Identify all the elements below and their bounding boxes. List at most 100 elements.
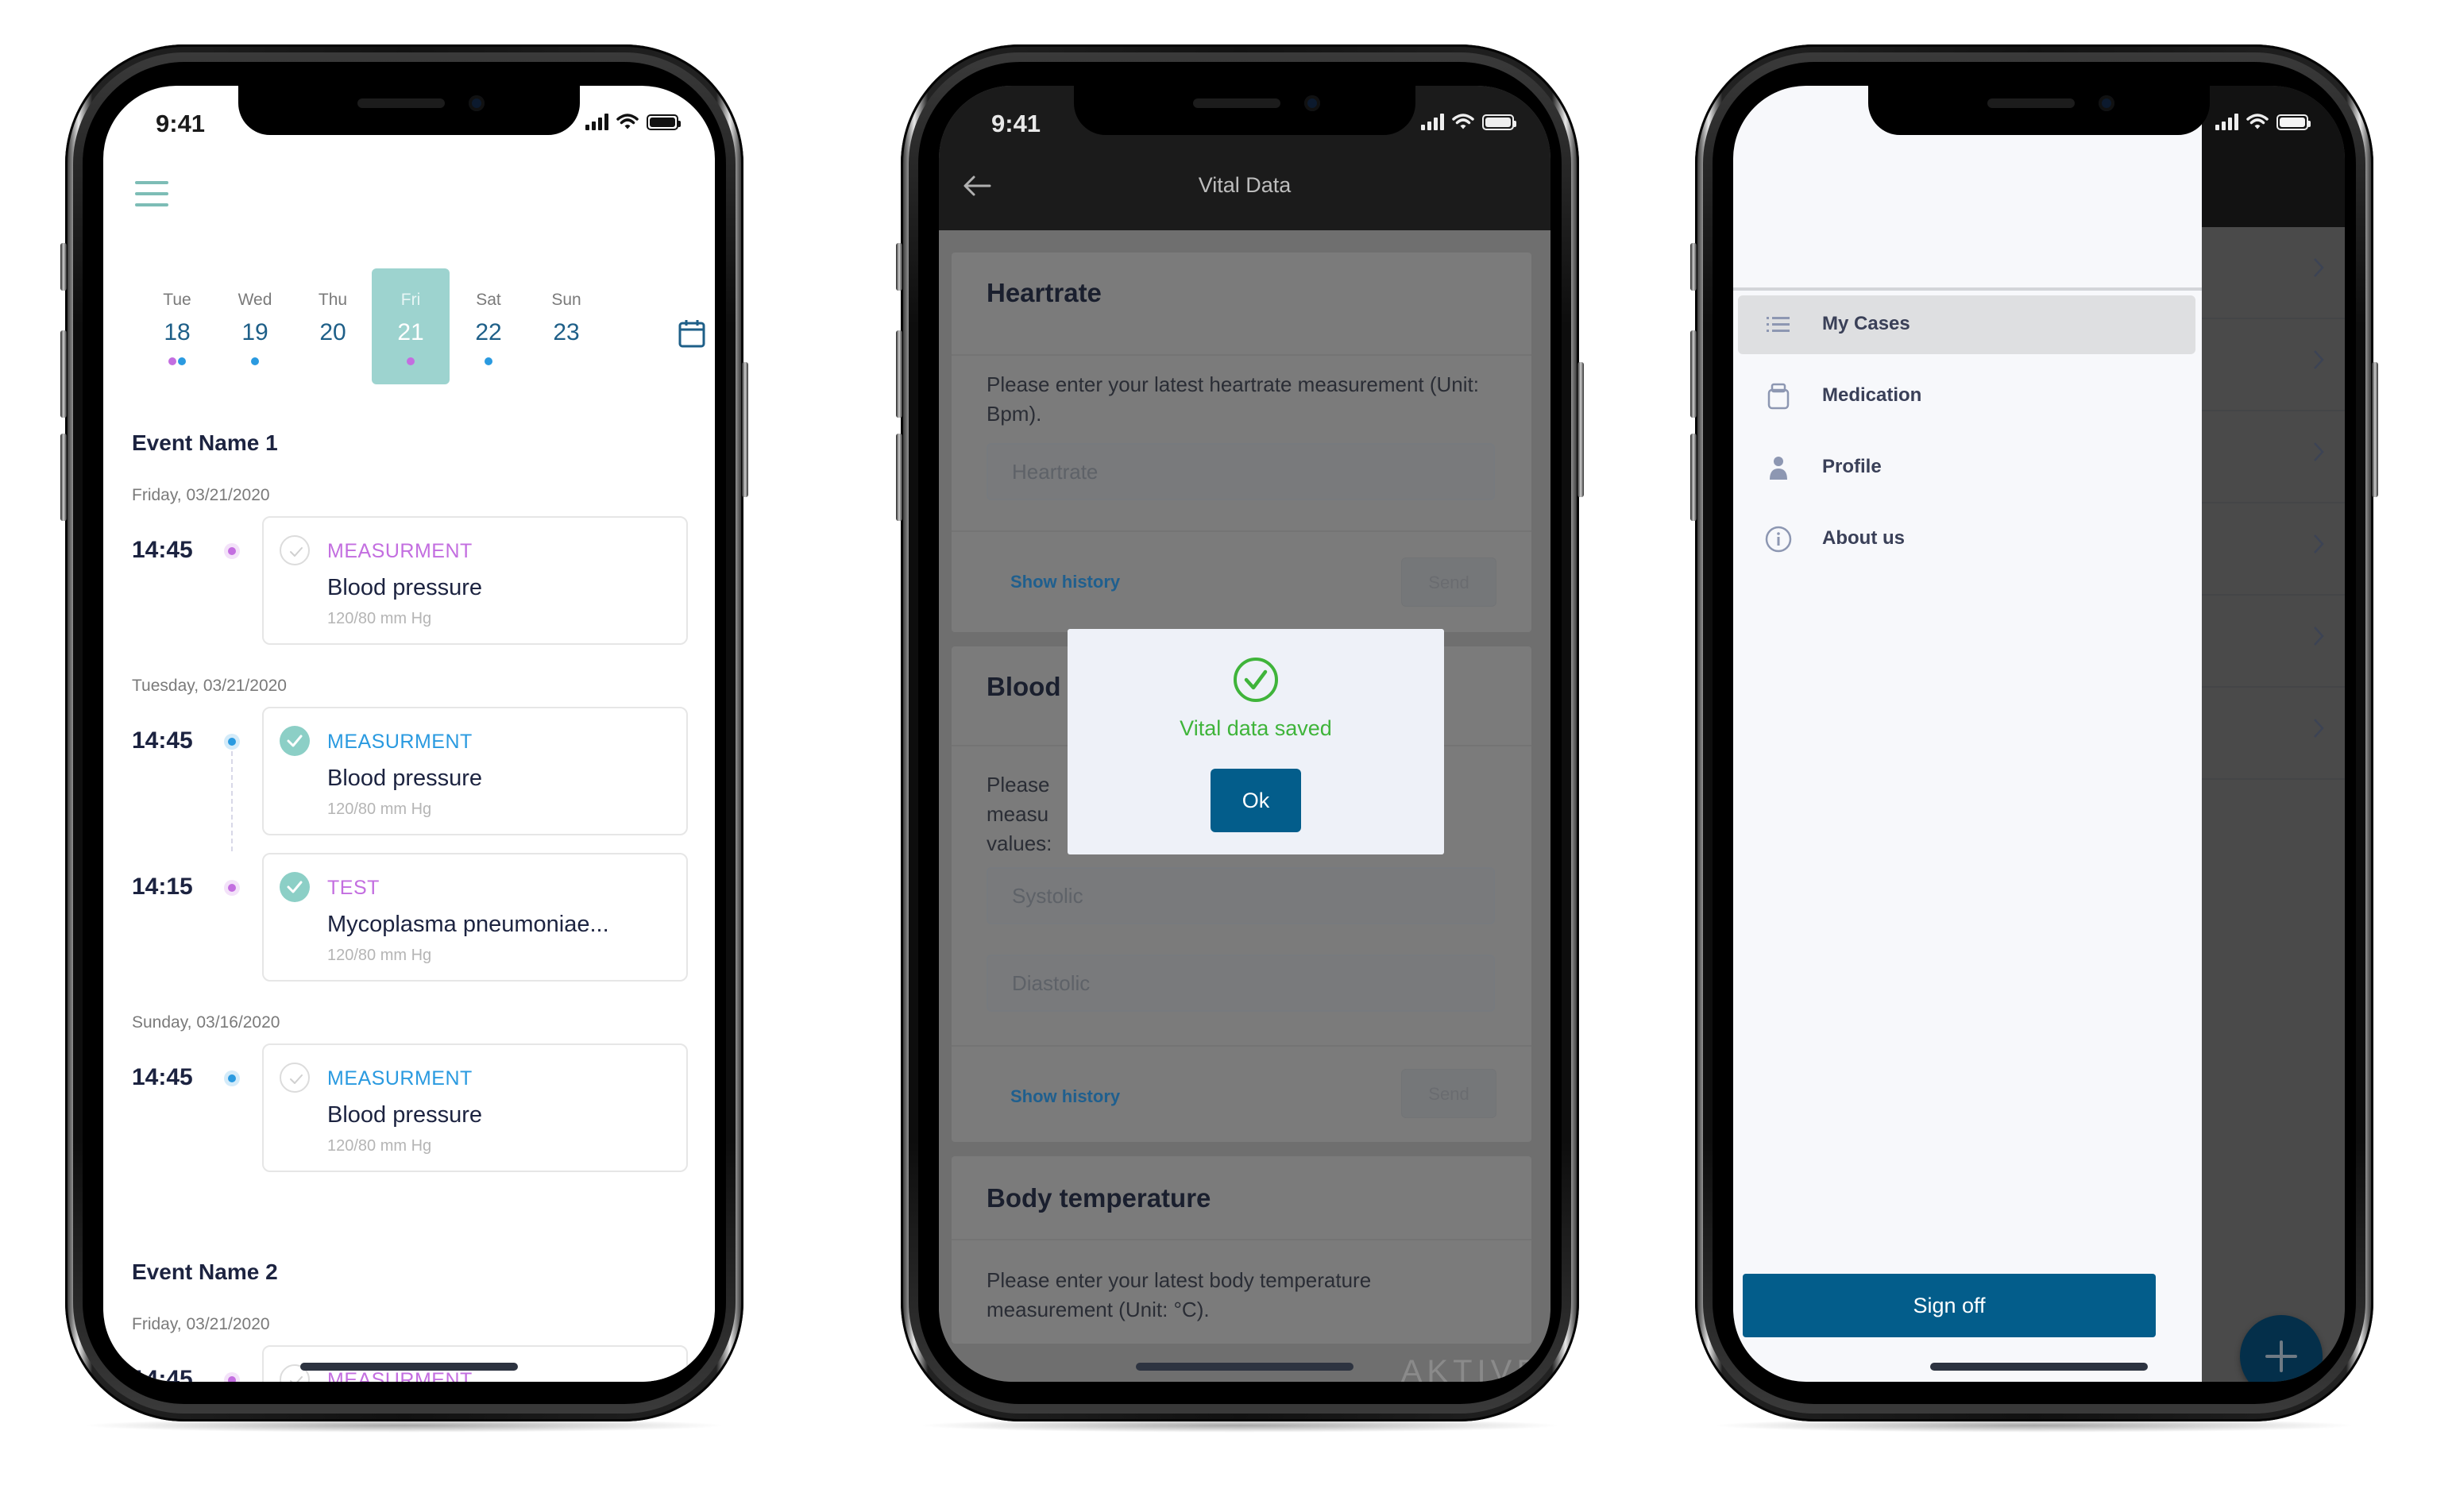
timeline-dot <box>224 1372 240 1382</box>
list-row[interactable] <box>2186 596 2345 688</box>
list-icon <box>1765 311 1792 338</box>
chevron-right-icon <box>2314 442 2324 461</box>
signal-icon <box>585 113 608 130</box>
speaker <box>357 98 445 108</box>
phone-vital-data: Vital Data 9:41 Heartrate Please enter y… <box>896 44 1584 1433</box>
event-name: Blood pressure <box>327 766 483 791</box>
divider <box>952 1045 1531 1047</box>
day-name: Wed <box>237 291 272 309</box>
day-tue[interactable]: Tue 18 <box>138 268 216 384</box>
background-header <box>2186 86 2345 227</box>
wifi-icon <box>1452 113 1474 130</box>
show-history-link[interactable]: Show history <box>1010 1086 1120 1107</box>
volume-up-button <box>896 330 902 418</box>
wifi-icon <box>616 113 639 130</box>
event-type: MEASURMENT <box>327 540 473 562</box>
check-icon[interactable] <box>280 1063 310 1093</box>
check-icon[interactable] <box>280 872 310 902</box>
event-card[interactable]: MEASURMENT Blood pressure 120/80 mm Hg <box>262 516 688 645</box>
day-number: 20 <box>319 319 346 345</box>
day-number: 23 <box>553 319 580 345</box>
day-sun[interactable]: Sun 23 <box>527 268 605 384</box>
card-title: Heartrate <box>987 278 1102 307</box>
list-row[interactable] <box>2186 227 2345 319</box>
chevron-right-icon <box>2314 534 2324 554</box>
chevron-right-icon <box>2314 627 2324 646</box>
event-time: 14:45 <box>132 1064 193 1090</box>
show-history-link[interactable]: Show history <box>1010 572 1120 592</box>
event-time: 14:15 <box>132 874 193 900</box>
week-strip: Sun 23 Sat 22 Fri 21 Thu 20 Wed 19 Tue 18 <box>138 268 705 388</box>
day-sat[interactable]: Sat 22 <box>450 268 527 384</box>
event-dots <box>216 357 294 365</box>
event-dot <box>407 357 415 365</box>
heartrate-input[interactable]: Heartrate <box>987 443 1495 500</box>
menu-item-profile[interactable]: Profile <box>1738 438 2195 497</box>
timeline-dot <box>224 543 240 559</box>
calendar-icon[interactable] <box>678 319 705 348</box>
event-card[interactable]: MEASURMENT Blood pressure 120/80 mm Hg <box>262 1043 688 1172</box>
check-icon[interactable] <box>280 726 310 756</box>
event-dots <box>138 357 216 365</box>
timeline-dot <box>224 880 240 896</box>
timeline-dot <box>224 734 240 750</box>
home-indicator[interactable] <box>1930 1363 2148 1371</box>
timeline-screen: 9:41 Sun 23 Sat 22 Fri 21 Thu 20 Wed 19 Tue 18 Even… <box>103 86 715 1382</box>
volume-down-button <box>896 434 902 521</box>
status-icons <box>585 113 681 130</box>
event-card[interactable]: MEASURMENT Blood pressure 120/80 mm Hg <box>262 707 688 835</box>
event-value: 120/80 mm Hg <box>327 1137 432 1155</box>
notch <box>238 86 580 135</box>
drawer-divider <box>1733 287 2202 291</box>
heartrate-card: Heartrate Please enter your latest heart… <box>952 253 1531 632</box>
home-indicator[interactable] <box>1136 1363 1354 1371</box>
divider <box>952 1239 1531 1240</box>
day-number: 19 <box>241 319 268 345</box>
status-time: 9:41 <box>156 110 206 137</box>
check-icon[interactable] <box>280 535 310 565</box>
menu-item-my-cases[interactable]: My Cases <box>1738 295 2195 354</box>
day-fri[interactable]: Fri 21 <box>372 268 450 384</box>
list-row[interactable] <box>2186 411 2345 503</box>
send-button[interactable]: Send <box>1401 557 1496 607</box>
add-button[interactable] <box>2240 1315 2323 1382</box>
menu-item-medication[interactable]: Medication <box>1738 367 2195 426</box>
list-row[interactable] <box>2186 503 2345 596</box>
event-card[interactable]: TEST Mycoplasma pneumoniae... 120/80 mm Hg <box>262 853 688 982</box>
day-thu[interactable]: Thu 20 <box>294 268 372 384</box>
medication-icon <box>1765 383 1792 410</box>
event-value: 120/80 mm Hg <box>327 610 432 627</box>
ok-button[interactable]: Ok <box>1211 769 1301 832</box>
list-row[interactable] <box>2186 319 2345 411</box>
day-name: Sun <box>551 291 581 309</box>
speaker <box>1193 98 1280 108</box>
mute-switch <box>60 243 67 291</box>
home-indicator[interactable] <box>300 1363 518 1371</box>
body-temperature-card: Body temperature Please enter your lates… <box>952 1156 1531 1344</box>
systolic-input[interactable]: Systolic <box>987 867 1495 924</box>
event-time: 14:45 <box>132 1366 193 1382</box>
day-name: Fri <box>400 291 421 309</box>
day-number: 18 <box>164 319 191 345</box>
card-description: Please enter your latest body temperatur… <box>987 1268 1372 1321</box>
sign-off-button[interactable]: Sign off <box>1743 1274 2156 1337</box>
drawer-screen: My Cases Medication Profile About us Sig… <box>1733 86 2345 1382</box>
battery-icon <box>647 114 681 130</box>
event-name: Blood pressure <box>327 575 483 600</box>
menu-button[interactable] <box>135 181 168 208</box>
menu-item-about-us[interactable]: About us <box>1738 510 2195 569</box>
date-label: Tuesday, 03/21/2020 <box>132 677 287 695</box>
notch <box>1074 86 1415 135</box>
event-type: MEASURMENT <box>327 1067 473 1090</box>
diastolic-input[interactable]: Diastolic <box>987 955 1495 1012</box>
chevron-right-icon <box>2314 350 2324 369</box>
day-wed[interactable]: Wed 19 <box>216 268 294 384</box>
list-row[interactable] <box>2186 688 2345 780</box>
divider <box>952 354 1531 356</box>
chevron-right-icon <box>2314 719 2324 738</box>
send-button[interactable]: Send <box>1401 1069 1496 1118</box>
event-dot <box>178 357 186 365</box>
power-button <box>742 362 748 497</box>
phone-timeline: 9:41 Sun 23 Sat 22 Fri 21 Thu 20 Wed 19 Tue 18 Even… <box>60 44 748 1433</box>
volume-up-button <box>1690 330 1697 418</box>
